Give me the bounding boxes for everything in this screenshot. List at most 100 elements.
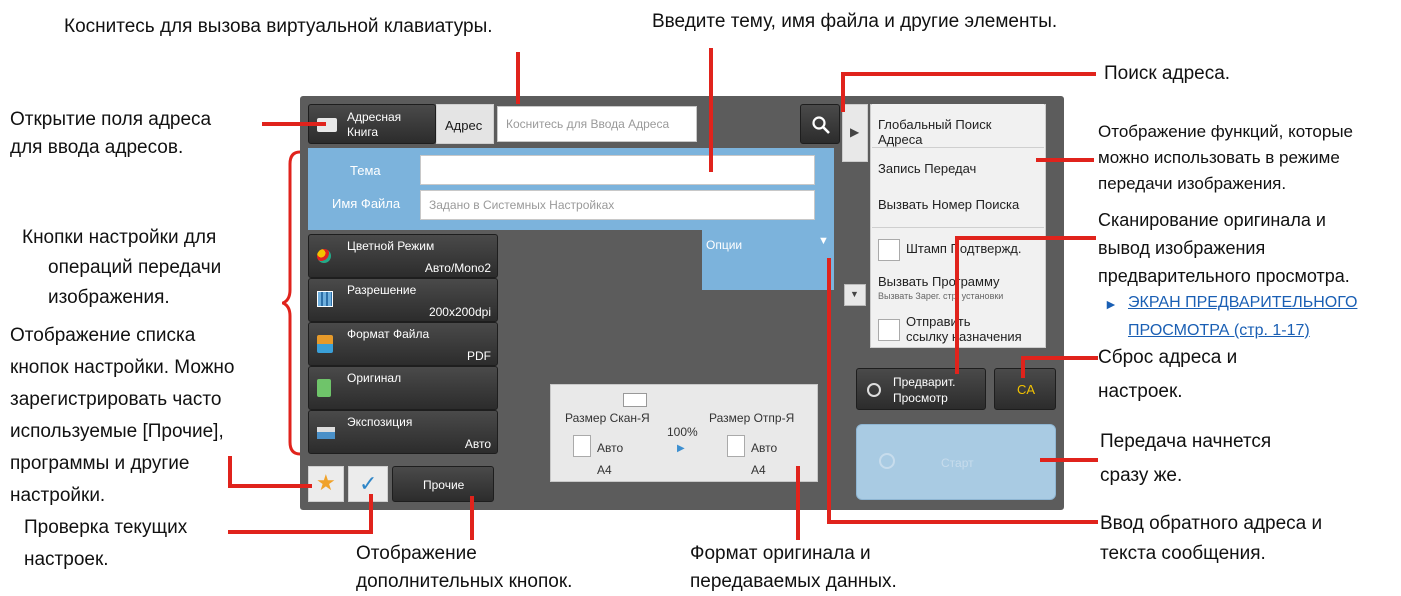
preview-link-2[interactable]: ПРОСМОТРА (стр. 1-17) [1128,322,1310,340]
link-arrow-icon: ► [1104,296,1118,312]
start-label: Старт [941,456,974,470]
send-link-label-2: ссылку назначения [906,329,1022,344]
resolution-value: 200x200dpi [428,305,491,319]
send-auto: Авто [751,441,778,455]
setting-original[interactable]: Оригинал [308,366,498,410]
callout-scan-2: вывод изображения [1098,238,1266,258]
line-reset [1022,356,1098,360]
callout-open-addr-2: для ввода адресов. [10,137,184,158]
address-book-button[interactable]: Адресная Книга [308,104,436,144]
search-icon [812,116,830,134]
stamp-checkbox[interactable] [878,239,900,261]
address-label-box: Адрес [436,104,494,144]
size-panel[interactable]: Размер Скан-Я Размер Отпр-Я 100% Авто ▶ … [550,384,818,482]
preview-link-1[interactable]: ЭКРАН ПРЕДВАРИТЕЛЬНОГО [1128,294,1357,312]
send-paper-icon [727,435,745,457]
line-search-v [841,72,845,112]
line-list-h [228,484,312,488]
options-tab[interactable]: Опции ▼ [702,230,834,290]
send-size-label: Размер Отпр-Я [709,411,795,425]
line-start [1040,458,1098,462]
callout-reply-1: Ввод обратного адреса и [1100,513,1323,534]
stamp-label: Штамп Подтвержд. [906,241,1022,256]
callout-scan-3: предварительного просмотра. [1098,266,1350,286]
other-button[interactable]: Прочие [392,466,494,502]
callout-list-1: Отображение списка [10,325,196,346]
address-input[interactable]: Коснитесь для Ввода Адреса [497,106,697,142]
original-title: Оригинал [347,371,402,385]
address-book-label-1: Адресная [347,110,402,124]
favorites-button[interactable]: ★ [308,466,344,502]
callout-more-1: Отображение [356,543,477,564]
callout-check-1: Проверка текущих [24,517,188,538]
line-scan-v [955,236,959,374]
global-address-search[interactable]: Глобальный Поиск Адреса [872,104,1044,148]
callout-funcs-1: Отображение функций, которые [1098,122,1353,141]
callout-reply-2: текста сообщения. [1100,543,1266,564]
line-reset-v [1021,356,1025,378]
callout-list-5: программы и другие [10,453,190,474]
subject-label: Тема [350,163,381,178]
line-scan-h [956,236,1096,240]
line-check-h [228,530,372,534]
filename-label: Имя Файла [332,196,401,211]
play-bar-icon: ▶ [850,125,860,139]
side-scroll-down[interactable]: ▼ [844,284,866,306]
line-check-v [369,494,373,534]
ca-button[interactable]: CA [994,368,1056,410]
options-label: Опции [706,238,743,252]
callout-start-1: Передача начнется [1100,431,1272,452]
call-search-no-label: Вызвать Номер Поиска [878,197,1020,212]
setting-file-format[interactable]: Формат Файла PDF [308,322,498,366]
check-settings-button[interactable]: ✓ [348,466,388,502]
color-mode-title: Цветной Режим [347,239,435,253]
chevron-down-icon: ▼ [818,235,829,247]
exposure-title: Экспозиция [347,415,413,429]
callout-enter-subject: Введите тему, имя файла и другие элемент… [652,11,1058,32]
line-funcs [1036,158,1094,162]
line-vkb [516,52,520,104]
address-label: Адрес [445,118,483,133]
filename-input[interactable]: Задано в Системных Настройках [420,190,815,220]
filename-placeholder: Задано в Системных Настройках [429,198,615,212]
setting-exposure[interactable]: Экспозиция Авто [308,410,498,454]
side-panel-toggle[interactable]: ▶ [842,104,868,162]
callout-list-3: зарегистрировать часто [10,389,222,410]
send-link-label-1: Отправить [906,314,971,329]
callout-vkb: Коснитесь для вызова виртуальной клавиат… [64,16,493,37]
scanner-icon [623,393,647,407]
line-enter-subject [709,48,713,172]
address-search-button[interactable] [800,104,840,144]
callout-check-2: настроек. [24,549,109,570]
line-size [796,466,800,540]
scan-paper: A4 [597,463,612,477]
call-search-number[interactable]: Вызвать Номер Поиска [872,184,1044,228]
other-label: Прочие [423,478,465,492]
callout-settings-2: операций передачи [48,257,222,278]
exposure-value: Авто [464,437,491,451]
preview-button[interactable]: Предварит. Просмотр [856,368,986,410]
subject-input[interactable] [420,155,815,185]
start-button[interactable]: Старт [856,424,1056,500]
line-open-addr [262,122,326,126]
preview-label-1: Предварит. [893,375,956,389]
exposure-icon [317,427,335,439]
send-paper: A4 [751,463,766,477]
callout-scan-1: Сканирование оригинала и [1098,210,1326,230]
address-placeholder: Коснитесь для Ввода Адреса [506,117,670,131]
callout-size-1: Формат оригинала и [690,543,871,564]
resolution-icon [317,291,333,307]
callout-addr-search: Поиск адреса. [1104,63,1231,84]
scan-paper-icon [573,435,591,457]
file-format-title: Формат Файла [347,327,430,341]
scan-auto: Авто [597,441,624,455]
setting-resolution[interactable]: Разрешение 200x200dpi [308,278,498,322]
callout-reset-1: Сброс адреса и [1098,347,1238,368]
send-link-checkbox[interactable] [878,319,900,341]
star-icon: ★ [316,470,336,495]
callout-start-2: сразу же. [1100,465,1183,486]
ratio-value: 100% [667,425,698,439]
setting-color-mode[interactable]: Цветной Режим Авто/Mono2 [308,234,498,278]
global-search-label: Глобальный Поиск Адреса [878,117,992,147]
resolution-title: Разрешение [347,283,417,297]
